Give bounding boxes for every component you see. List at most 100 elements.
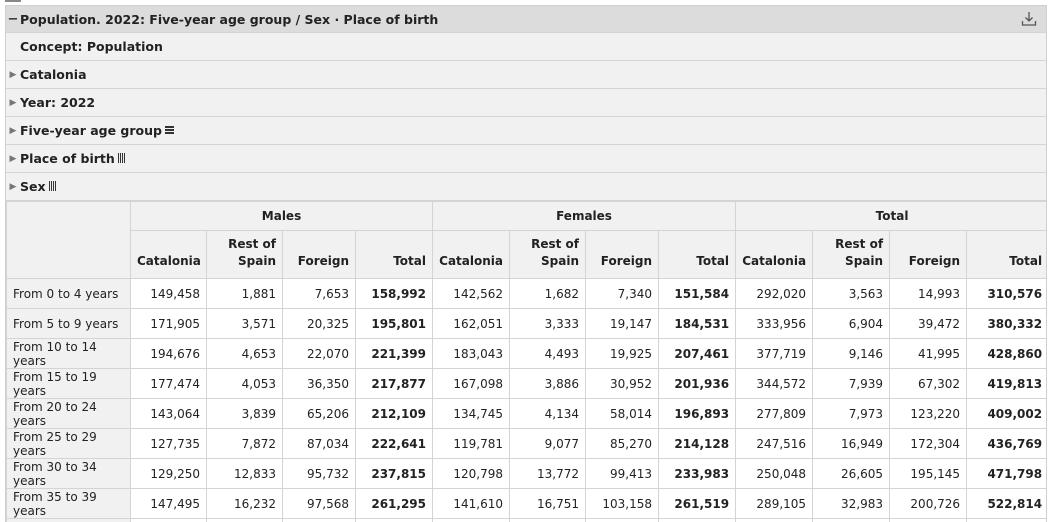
- concept-row: Concept: Population: [6, 33, 1046, 61]
- table-cell: [509, 518, 586, 522]
- table-row: From 25 to 29 years 127,735 7,872 87,034 222…: [6, 428, 1046, 459]
- table-cell: 87,034: [282, 428, 356, 459]
- table-cell: 212,109: [355, 398, 433, 429]
- table-cell: 428,860: [966, 338, 1046, 369]
- table-cell: 217,877: [355, 368, 433, 399]
- table-cell: 13,772: [509, 458, 586, 489]
- column-layout-icon[interactable]: [117, 152, 126, 166]
- table-cell: 162,051: [432, 308, 510, 339]
- table-cell: 123,220: [889, 398, 968, 429]
- table-cell: 16,751: [509, 488, 586, 519]
- column-header: Rest of Spain: [509, 230, 586, 279]
- table-cell: 85,270: [585, 428, 659, 459]
- table-cell: 7,872: [206, 428, 283, 459]
- table-row: From 30 to 34 years 129,250 12,833 95,732 23…: [6, 458, 1046, 489]
- table-cell: 237,815: [355, 458, 433, 489]
- triangle-right-icon[interactable]: ▶: [6, 126, 20, 136]
- table-cell: 36,350: [282, 368, 356, 399]
- table-cell: 292,020: [735, 278, 814, 309]
- table-cell: 214,128: [657, 428, 737, 459]
- table-cell: 30,952: [585, 368, 659, 399]
- table-cell: 26,605: [812, 458, 891, 489]
- table-cell: 171,905: [130, 308, 207, 339]
- table-cell: 32,983: [812, 488, 891, 519]
- row-header: From 15 to 19 years: [6, 368, 131, 399]
- table-cell: 141,610: [432, 488, 510, 519]
- table-cell: 147,495: [130, 488, 207, 519]
- filter-sex[interactable]: ▶ Sex: [6, 173, 1046, 201]
- table-cell: [6, 518, 131, 522]
- table-cell: 3,563: [812, 278, 891, 309]
- group-header: Females: [431, 201, 737, 231]
- triangle-right-icon[interactable]: ▶: [6, 154, 20, 164]
- triangle-right-icon[interactable]: ▶: [6, 182, 20, 192]
- table-cell: 196,893: [657, 398, 737, 429]
- table-cell: 167,098: [432, 368, 510, 399]
- table-cell: 97,568: [282, 488, 356, 519]
- table-cell: 522,814: [966, 488, 1046, 519]
- table-cell: 19,925: [585, 338, 659, 369]
- table-cell: 103,158: [585, 488, 659, 519]
- group-header: Males: [130, 201, 433, 231]
- table-cell: 7,653: [282, 278, 356, 309]
- table-row: From 15 to 19 years 177,474 4,053 36,350 217…: [6, 368, 1046, 399]
- table-cell: [432, 518, 510, 522]
- table-cell: 58,014: [585, 398, 659, 429]
- table-cell: 177,474: [130, 368, 207, 399]
- table-cell: 409,002: [966, 398, 1046, 429]
- table-cell: 471,798: [966, 458, 1046, 489]
- data-panel: − Population. 2022: Five-year age group …: [5, 5, 1047, 522]
- row-header: From 20 to 24 years: [6, 398, 131, 429]
- table-cell: [355, 518, 433, 522]
- table-cell: 201,936: [657, 368, 737, 399]
- table-cell: 19,147: [585, 308, 659, 339]
- table-cell: 129,250: [130, 458, 207, 489]
- table-row: From 35 to 39 years 147,495 16,232 97,568 26…: [6, 488, 1046, 519]
- download-icon[interactable]: [1020, 10, 1038, 28]
- table-cell: 14,993: [889, 278, 968, 309]
- column-layout-icon[interactable]: [48, 180, 57, 194]
- table-cell: 9,146: [812, 338, 891, 369]
- triangle-right-icon[interactable]: ▶: [6, 98, 20, 108]
- table-cell: 119,781: [432, 428, 510, 459]
- column-header: Foreign: [282, 230, 356, 279]
- row-layout-icon[interactable]: [164, 126, 174, 135]
- filter-label: Five-year age group: [20, 123, 162, 138]
- table-cell: 134,745: [432, 398, 510, 429]
- table-cell: 7,340: [585, 278, 659, 309]
- table-cell: 250,048: [735, 458, 814, 489]
- table-cell: 1,881: [206, 278, 283, 309]
- table-cell: 183,043: [432, 338, 510, 369]
- filter-age-group[interactable]: ▶ Five-year age group: [6, 117, 1046, 145]
- column-header: Rest of Spain: [812, 230, 891, 279]
- column-header: Total: [657, 230, 737, 279]
- minus-icon[interactable]: −: [6, 12, 20, 27]
- triangle-right-icon[interactable]: ▶: [6, 70, 20, 80]
- filter-catalonia[interactable]: ▶ Catalonia: [6, 61, 1046, 89]
- table-cell: 247,516: [735, 428, 814, 459]
- table-cell: 9,077: [509, 428, 586, 459]
- row-header: From 0 to 4 years: [6, 278, 131, 309]
- table-cell: 200,726: [889, 488, 968, 519]
- table-corner: [6, 201, 131, 279]
- row-header: From 25 to 29 years: [6, 428, 131, 459]
- filter-place-of-birth[interactable]: ▶ Place of birth: [6, 145, 1046, 173]
- column-header: Catalonia: [130, 230, 207, 279]
- table-cell: 7,939: [812, 368, 891, 399]
- filter-label: Year: 2022: [20, 95, 96, 110]
- table-cell: 22,070: [282, 338, 356, 369]
- filter-year[interactable]: ▶ Year: 2022: [6, 89, 1046, 117]
- table-row: From 0 to 4 years 149,458 1,881 7,653 158,99…: [6, 278, 1046, 309]
- panel-title-bar[interactable]: − Population. 2022: Five-year age group …: [6, 6, 1046, 33]
- table-row: From 5 to 9 years 171,905 3,571 20,325 195,8…: [6, 308, 1046, 339]
- table-cell: 151,584: [657, 278, 737, 309]
- table-cell: 222,641: [355, 428, 433, 459]
- row-header: From 35 to 39 years: [6, 488, 131, 519]
- table-cell: 16,232: [206, 488, 283, 519]
- table-cell: 377,719: [735, 338, 814, 369]
- table-cell: 194,676: [130, 338, 207, 369]
- table-cell: 99,413: [585, 458, 659, 489]
- column-header: Rest of Spain: [206, 230, 283, 279]
- table-cell: 65,206: [282, 398, 356, 429]
- table-row-partial: [6, 518, 1046, 522]
